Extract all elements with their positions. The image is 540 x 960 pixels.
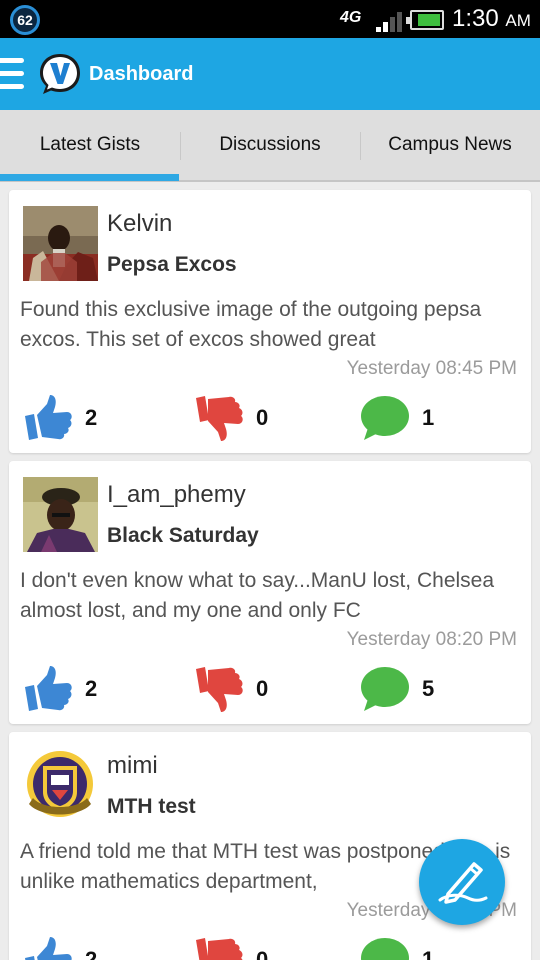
notification-count-badge: 62 [10, 5, 40, 35]
speech-bubble-icon [361, 667, 409, 711]
post-card[interactable]: Kelvin Pepsa Excos Found this exclusive … [9, 190, 531, 453]
tab-campus-news[interactable]: Campus News [360, 110, 540, 180]
dislike-button[interactable]: 0 [194, 393, 268, 443]
like-button[interactable]: 2 [23, 664, 97, 714]
post-author[interactable]: Kelvin [107, 210, 172, 238]
like-count: 2 [85, 676, 98, 701]
active-tab-indicator [0, 174, 179, 181]
page-title: Dashboard [89, 63, 194, 85]
thumbs-down-icon [196, 667, 243, 712]
status-clock: 1:30 AM [452, 5, 531, 33]
tab-discussions[interactable]: Discussions [180, 110, 360, 180]
dislike-button[interactable]: 0 [194, 664, 268, 714]
comment-button[interactable]: 5 [360, 664, 434, 714]
thumbs-down-icon [196, 396, 243, 441]
comment-button[interactable]: 1 [360, 393, 434, 443]
menu-icon[interactable] [0, 58, 24, 90]
comment-count: 5 [422, 676, 435, 701]
post-excerpt: I don't even know what to say...ManU los… [20, 569, 495, 622]
speech-bubble-icon [361, 938, 409, 960]
post-timestamp: Yesterday 08:45 PM [346, 358, 517, 379]
network-type-label: 4G [340, 9, 362, 26]
app-logo-icon[interactable] [38, 52, 82, 96]
author-avatar[interactable] [23, 748, 98, 823]
like-button[interactable]: 2 [23, 393, 97, 443]
app-bar: Dashboard [0, 38, 540, 110]
post-title[interactable]: Black Saturday [107, 524, 259, 548]
tab-latest-gists[interactable]: Latest Gists [0, 110, 180, 180]
dislike-count: 0 [256, 405, 269, 430]
post-author[interactable]: mimi [107, 752, 158, 780]
signal-strength-icon [376, 10, 406, 32]
post-title[interactable]: MTH test [107, 795, 196, 819]
compose-post-button[interactable] [419, 839, 505, 925]
dislike-count: 0 [256, 676, 269, 701]
post-title[interactable]: Pepsa Excos [107, 253, 237, 277]
thumbs-up-icon [25, 666, 72, 711]
like-count: 2 [85, 947, 98, 960]
thumbs-up-icon [25, 395, 72, 440]
status-bar: 62 4G 1:30 AM [0, 0, 540, 38]
dislike-count: 0 [256, 947, 269, 960]
author-avatar[interactable] [23, 477, 98, 552]
like-button[interactable]: 2 [23, 935, 97, 960]
post-timestamp: Yesterday 08:20 PM [346, 629, 517, 650]
comment-count: 1 [422, 947, 435, 960]
tab-bar: Latest Gists Discussions Campus News [0, 110, 540, 182]
comment-count: 1 [422, 405, 435, 430]
post-author[interactable]: I_am_phemy [107, 481, 246, 509]
author-avatar[interactable] [23, 206, 98, 281]
like-count: 2 [85, 405, 98, 430]
comment-button[interactable]: 1 [360, 935, 434, 960]
clock-ampm: AM [505, 11, 531, 30]
clock-time: 1:30 [452, 5, 499, 32]
post-excerpt: Found this exclusive image of the outgoi… [20, 298, 482, 351]
battery-icon [406, 10, 444, 30]
dislike-button[interactable]: 0 [194, 935, 268, 960]
pen-icon [438, 862, 488, 904]
post-card[interactable]: I_am_phemy Black Saturday I don't even k… [9, 461, 531, 724]
speech-bubble-icon [361, 396, 409, 440]
thumbs-up-icon [25, 937, 72, 960]
thumbs-down-icon [196, 938, 243, 960]
